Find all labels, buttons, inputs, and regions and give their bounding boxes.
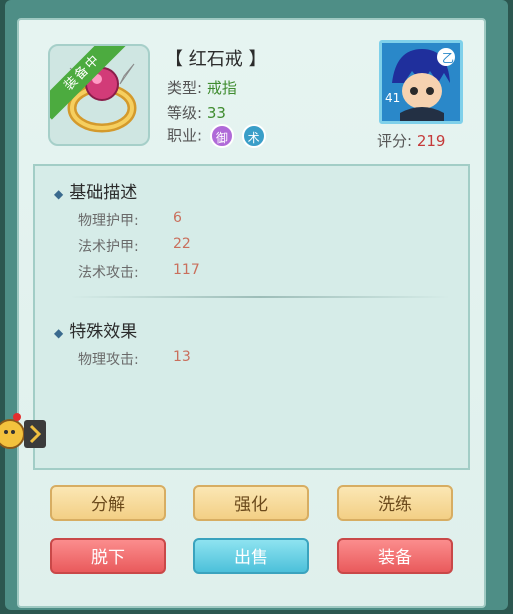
score-value: 219: [416, 132, 446, 150]
type-label: 类型:: [167, 79, 203, 97]
job-label: 职业:: [167, 126, 203, 145]
item-job-row: 职业: 御 术: [167, 124, 266, 148]
job-badge-shu: 术: [241, 124, 266, 148]
character-level: 41: [385, 91, 401, 105]
decompose-button[interactable]: 分解: [50, 485, 166, 521]
job-badge-yu: 御: [209, 124, 234, 148]
svg-text:乙: 乙: [442, 51, 454, 65]
basic-section-title: ◆ 基础描述: [54, 183, 138, 203]
special-section-title: ◆ 特殊效果: [54, 322, 138, 342]
attr-row: 物理护甲: 6: [78, 210, 182, 229]
section-divider: [70, 296, 450, 298]
side-chat-widget[interactable]: [0, 412, 48, 452]
ring-item-icon: 装备中: [48, 44, 150, 146]
character-avatar[interactable]: 乙 41: [379, 40, 463, 124]
character-portrait-icon: 乙: [382, 43, 460, 121]
emoji-face-icon: [0, 413, 46, 449]
enhance-button[interactable]: 强化: [193, 485, 309, 521]
item-level-row: 等级: 33: [167, 102, 226, 123]
attr-row: 法术攻击: 117: [78, 262, 200, 281]
level-label: 等级:: [167, 104, 203, 122]
attr-row: 物理攻击: 13: [78, 349, 191, 368]
type-value: 戒指: [206, 79, 237, 97]
diamond-bullet-icon: ◆: [54, 187, 64, 201]
attr-value: 22: [173, 236, 191, 252]
attr-value: 117: [173, 262, 200, 278]
score-label: 评分:: [377, 132, 413, 150]
score-row: 评分: 219: [377, 130, 445, 151]
attr-row: 法术护甲: 22: [78, 236, 191, 255]
level-value: 33: [206, 104, 226, 122]
refine-button[interactable]: 洗练: [337, 485, 453, 521]
item-name: 【 红石戒 】: [165, 49, 267, 70]
equip-button[interactable]: 装备: [337, 538, 453, 574]
attr-value: 6: [173, 210, 182, 226]
diamond-bullet-icon: ◆: [54, 326, 64, 340]
sell-button[interactable]: 出售: [193, 538, 309, 574]
item-type-row: 类型: 戒指: [167, 77, 237, 98]
unequip-button[interactable]: 脱下: [50, 538, 166, 574]
attr-value: 13: [173, 349, 191, 365]
